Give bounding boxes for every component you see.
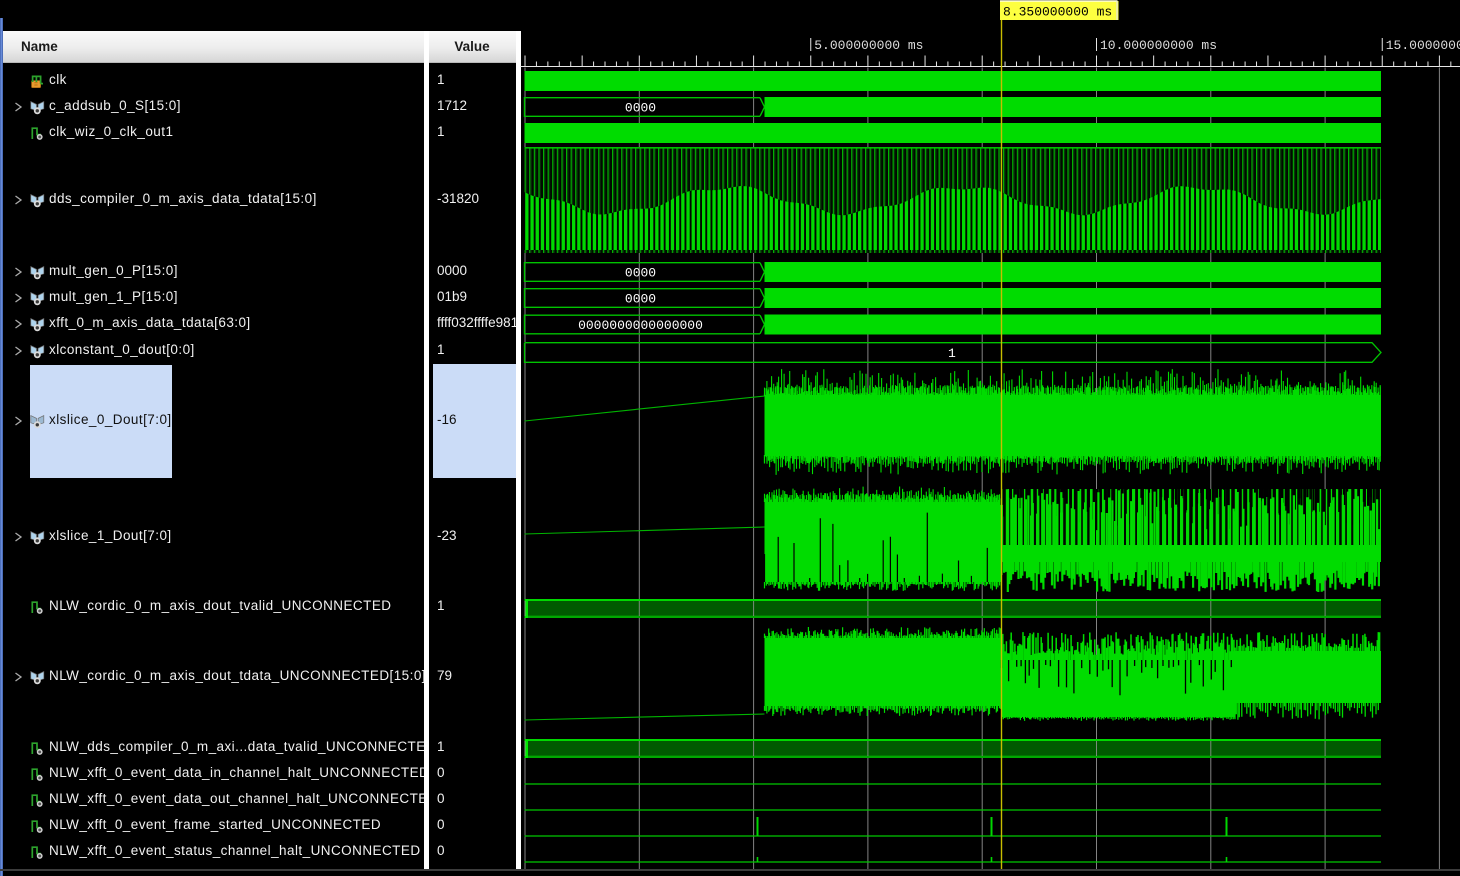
svg-text:0000: 0000: [625, 101, 656, 116]
svg-text:0000000000000000: 0000000000000000: [578, 318, 703, 333]
svg-text:15.000000000 ms: 15.000000000 ms: [1386, 38, 1460, 53]
svg-text:10.000000000 ms: 10.000000000 ms: [1100, 38, 1217, 53]
svg-text:0000: 0000: [625, 292, 656, 307]
svg-text:0000: 0000: [625, 266, 656, 281]
svg-text:8.350000000 ms: 8.350000000 ms: [1003, 5, 1112, 20]
svg-text:5.000000000 ms: 5.000000000 ms: [814, 38, 923, 53]
svg-text:1: 1: [948, 346, 956, 361]
